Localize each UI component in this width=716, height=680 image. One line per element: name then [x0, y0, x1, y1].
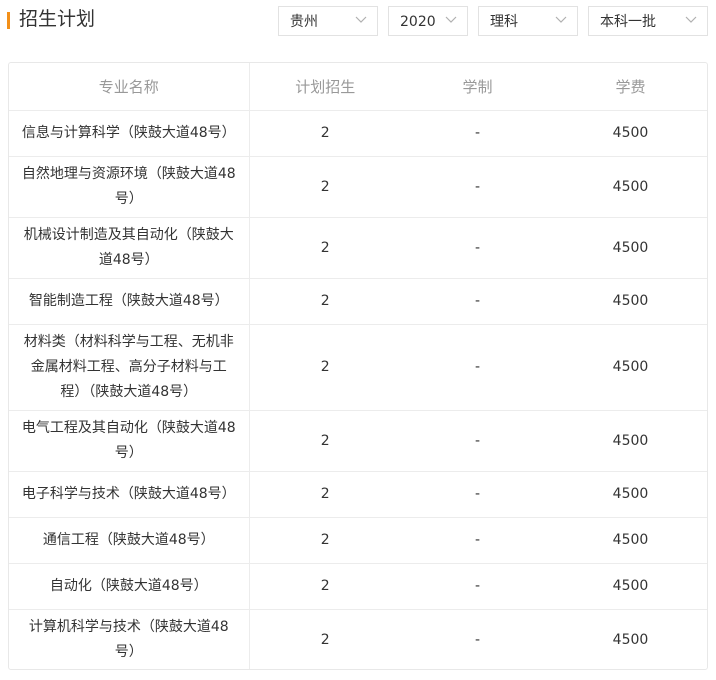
title-accent-bar: [7, 12, 10, 29]
year-select-value: 2020: [400, 14, 436, 30]
table-row: 电子科学与技术（陕鼓大道48号） 2 - 4500: [9, 471, 707, 518]
column-header-fee: 学费: [554, 63, 707, 111]
batch-select[interactable]: 本科一批: [588, 6, 708, 36]
column-header-duration: 学制: [401, 63, 554, 111]
plan-cell: 2: [249, 517, 401, 564]
table-row: 材料类（材料科学与工程、无机非金属材料工程、高分子材料与工程）（陕鼓大道48号）…: [9, 324, 707, 411]
duration-cell: -: [401, 278, 554, 325]
major-cell: 自动化（陕鼓大道48号）: [9, 563, 250, 610]
major-cell: 通信工程（陕鼓大道48号）: [9, 517, 250, 564]
table-header-row: 专业名称 计划招生 学制 学费: [9, 63, 707, 111]
plan-cell: 2: [249, 324, 401, 411]
chevron-down-icon: [685, 16, 697, 23]
table-row: 电气工程及其自动化（陕鼓大道48号） 2 - 4500: [9, 410, 707, 472]
major-cell: 电气工程及其自动化（陕鼓大道48号）: [9, 410, 250, 472]
major-cell: 电子科学与技术（陕鼓大道48号）: [9, 471, 250, 518]
table-row: 自动化（陕鼓大道48号） 2 - 4500: [9, 563, 707, 610]
plan-cell: 2: [249, 278, 401, 325]
duration-cell: -: [401, 563, 554, 610]
plan-cell: 2: [249, 410, 401, 472]
province-select[interactable]: 贵州: [278, 6, 378, 36]
major-cell: 智能制造工程（陕鼓大道48号）: [9, 278, 250, 325]
plan-cell: 2: [249, 156, 401, 218]
chevron-down-icon: [555, 16, 567, 23]
chevron-down-icon: [355, 16, 367, 23]
table-row: 信息与计算科学（陕鼓大道48号） 2 - 4500: [9, 110, 707, 157]
major-cell: 计算机科学与技术（陕鼓大道48号）: [9, 609, 250, 669]
duration-cell: -: [401, 410, 554, 472]
fee-cell: 4500: [554, 156, 707, 218]
major-cell: 自然地理与资源环境（陕鼓大道48号）: [9, 156, 250, 218]
table-row: 计算机科学与技术（陕鼓大道48号） 2 - 4500: [9, 609, 707, 669]
fee-cell: 4500: [554, 324, 707, 411]
duration-cell: -: [401, 324, 554, 411]
column-header-major: 专业名称: [9, 63, 250, 111]
major-cell: 机械设计制造及其自动化（陕鼓大道48号）: [9, 217, 250, 279]
table-row: 机械设计制造及其自动化（陕鼓大道48号） 2 - 4500: [9, 217, 707, 279]
major-cell: 材料类（材料科学与工程、无机非金属材料工程、高分子材料与工程）（陕鼓大道48号）: [9, 324, 250, 411]
year-select[interactable]: 2020: [388, 6, 468, 36]
table-row: 智能制造工程（陕鼓大道48号） 2 - 4500: [9, 278, 707, 325]
fee-cell: 4500: [554, 217, 707, 279]
province-select-value: 贵州: [290, 14, 318, 30]
subject-select[interactable]: 理科: [478, 6, 578, 36]
table-row: 自然地理与资源环境（陕鼓大道48号） 2 - 4500: [9, 156, 707, 218]
batch-select-value: 本科一批: [600, 14, 656, 30]
table-row: 通信工程（陕鼓大道48号） 2 - 4500: [9, 517, 707, 564]
duration-cell: -: [401, 471, 554, 518]
major-cell: 信息与计算科学（陕鼓大道48号）: [9, 110, 250, 157]
plan-cell: 2: [320, 631, 330, 648]
column-header-plan: 计划招生: [249, 63, 401, 111]
fee-cell: 4500: [554, 110, 707, 157]
fee-cell: 4500: [554, 410, 707, 472]
subject-select-value: 理科: [490, 14, 518, 30]
plan-cell: 2: [249, 110, 401, 157]
duration-cell: -: [401, 110, 554, 157]
page-title: 招生计划: [19, 8, 96, 30]
plan-cell: 2: [249, 217, 401, 279]
fee-cell: 4500: [554, 471, 707, 518]
fee-cell: 4500: [554, 563, 707, 610]
duration-cell: -: [474, 631, 481, 648]
duration-cell: -: [401, 156, 554, 218]
admission-plan-table: 专业名称 计划招生 学制 学费 信息与计算科学（陕鼓大道48号） 2 - 450…: [9, 63, 707, 669]
fee-cell: 4500: [612, 631, 649, 648]
duration-cell: -: [401, 517, 554, 564]
section-header: 招生计划 贵州 2020 理科 本科一批: [0, 0, 716, 40]
chevron-down-icon: [445, 16, 457, 23]
fee-cell: 4500: [554, 517, 707, 564]
duration-cell: -: [401, 217, 554, 279]
plan-cell: 2: [249, 471, 401, 518]
fee-cell: 4500: [554, 278, 707, 325]
plan-cell: 2: [249, 563, 401, 610]
admission-plan-table-card: 专业名称 计划招生 学制 学费 信息与计算科学（陕鼓大道48号） 2 - 450…: [8, 62, 708, 670]
